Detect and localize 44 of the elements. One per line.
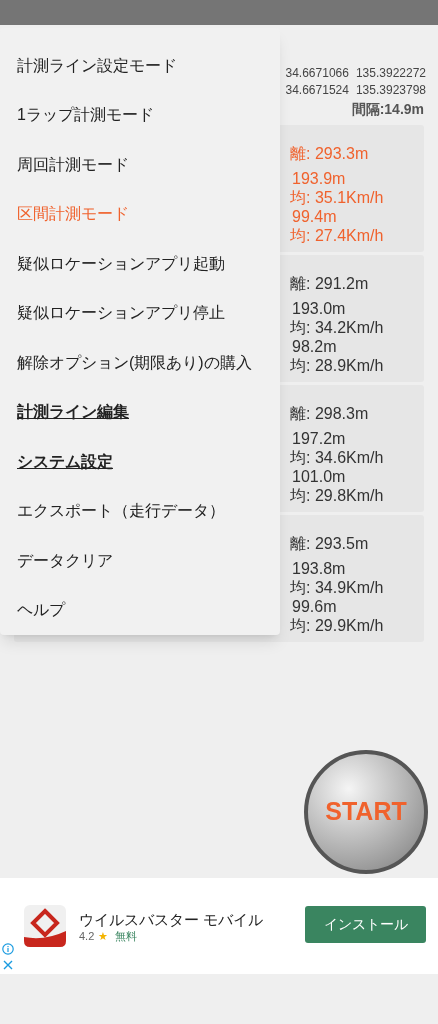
section-text: 99.4m <box>291 207 338 226</box>
info-icon[interactable] <box>2 943 14 955</box>
menu-item[interactable]: ヘルプ <box>0 585 280 635</box>
menu-item[interactable]: 1ラップ計測モード <box>0 90 280 140</box>
menu-item[interactable]: システム設定 <box>0 437 280 487</box>
menu-item[interactable]: 疑似ロケーションアプリ起動 <box>0 239 280 289</box>
section-text: 101.0m <box>291 467 347 486</box>
menu-item[interactable]: データクリア <box>0 536 280 586</box>
menu-item[interactable]: 解除オプション(期限あり)の購入 <box>0 338 280 388</box>
section-text: 98.2m <box>291 337 338 356</box>
section-text: 均: 35.1Km/h <box>290 188 385 207</box>
interval-text: 間隔:14.9m <box>351 100 424 119</box>
section-text: 197.2m <box>291 429 347 448</box>
menu-item[interactable]: 計測ライン設定モード <box>0 41 280 91</box>
section-text: 均: 29.9Km/h <box>290 616 385 635</box>
longitude-text: 135.3922272 <box>355 65 426 81</box>
star-icon: ★ <box>98 928 109 945</box>
close-icon[interactable] <box>2 959 14 971</box>
menu-item[interactable]: 周回計測モード <box>0 140 280 190</box>
distance-text: 離: 293.5m <box>290 534 370 554</box>
distance-text: 離: 298.3m <box>290 404 370 424</box>
price-text: 無料 <box>115 929 138 944</box>
section-text: 均: 34.9Km/h <box>290 578 385 597</box>
section-text: 99.6m <box>291 597 338 616</box>
section-text: 均: 34.2Km/h <box>290 318 385 337</box>
section-text: 193.8m <box>291 559 347 578</box>
longitude-text: 135.3923798 <box>355 82 426 98</box>
menu-item[interactable]: エクスポート（走行データ） <box>0 486 280 536</box>
section-text: 均: 27.4Km/h <box>290 226 385 245</box>
install-button[interactable]: インストール <box>305 906 426 943</box>
distance-text: 離: 291.2m <box>290 274 370 294</box>
section-text: 均: 34.6Km/h <box>290 448 385 467</box>
menu-item[interactable]: 疑似ロケーションアプリ停止 <box>0 288 280 338</box>
app-name: ウイルスバスター モバイル <box>79 910 264 930</box>
section-text: 均: 29.8Km/h <box>290 486 385 505</box>
menu-item[interactable]: 計測ライン編集 <box>0 387 280 437</box>
section-text: 均: 28.9Km/h <box>290 356 385 375</box>
app-icon <box>24 905 66 947</box>
latitude-text: 34.6671066 <box>285 65 349 81</box>
latitude-text: 34.6671524 <box>285 82 349 98</box>
section-text: 193.0m <box>291 299 347 318</box>
distance-text: 離: 293.3m <box>290 144 370 164</box>
section-text: 193.9m <box>291 169 347 188</box>
rating-text: 4.2 <box>79 929 95 944</box>
